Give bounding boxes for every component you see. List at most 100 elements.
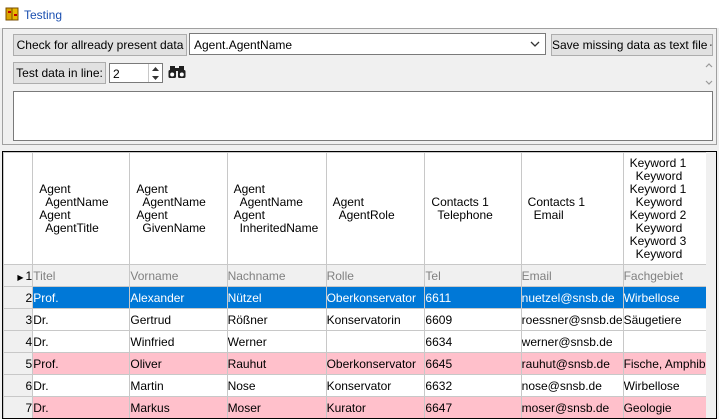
save-missing-data-button[interactable]: Save missing data as text file [551,34,713,56]
column-header[interactable]: Keyword 1 Keyword Keyword 1 Keyword Keyw… [622,152,716,265]
table-cell[interactable] [622,330,716,353]
column-header[interactable]: Contacts 1 Email [520,152,624,265]
table-cell[interactable]: Gertrud [129,308,228,331]
row-header[interactable]: 3 [3,308,34,331]
table-cell[interactable]: Rößner [226,308,327,331]
chevron-down-icon[interactable] [529,37,541,51]
stepper-down-icon[interactable] [149,73,162,82]
table-cell[interactable]: Konservator [325,374,426,397]
table-cell[interactable]: Konservatorin [325,308,426,331]
row-number: 7 [25,400,33,415]
table-cell[interactable]: 6632 [424,374,522,397]
table-cell[interactable]: 6645 [424,352,522,375]
table-row[interactable]: 3 Dr. Gertrud Rößner Konservatorin 6609 roessn… [3,308,716,331]
table-cell[interactable]: Nützel [226,286,327,309]
floppy-disk-icon [710,44,712,46]
table-cell[interactable]: Markus [129,396,228,418]
table-cell[interactable]: Titel [32,264,131,287]
table-cell[interactable]: Alexander [129,286,228,309]
header-line: AgentName [142,194,206,209]
table-cell[interactable]: Dr. [32,330,131,353]
table-cell[interactable] [325,330,426,353]
column-header[interactable]: Agent AgentName Agent InheritedName [226,152,327,265]
table-cell[interactable]: Nose [226,374,327,397]
column-select-value: Agent.AgentName [194,38,293,52]
line-number-value[interactable]: 2 [113,67,120,81]
header-line: Telephone [437,207,493,222]
table-cell[interactable]: Vorname [129,264,228,287]
table-cell[interactable]: Dr. [32,308,131,331]
window-title: Testing [24,8,63,22]
header-line: Contacts 1 [431,194,489,209]
table-cell[interactable]: Tel [424,264,522,287]
table-cell[interactable]: roessner@snsb.de [520,308,624,331]
row-number: 6 [25,378,33,393]
binoculars-icon[interactable] [168,64,186,80]
panel-scroll-arrows[interactable] [703,59,715,89]
table-cell[interactable]: Martin [129,374,228,397]
column-header[interactable]: Contacts 1 Telephone [424,152,522,265]
table-cell[interactable]: Moser [226,396,327,418]
table-cell[interactable]: werner@snsb.de [520,330,624,353]
check-present-data-button[interactable]: Check for allready present data [13,34,187,56]
column-header[interactable]: Agent AgentName Agent GivenName [129,152,228,265]
table-cell[interactable]: Oliver [129,352,228,375]
table-cell[interactable]: Oberkonservator [325,352,426,375]
table-cell[interactable]: Oberkonservator [325,286,426,309]
table-cell[interactable]: Wirbellose [622,374,716,397]
header-line: Agent [39,181,71,196]
table-row[interactable]: 5 Prof. Oliver Rauhut Oberkonservator 6645 rau… [3,352,716,375]
table-cell[interactable]: Prof. [32,286,131,309]
grid-scrollbar[interactable] [706,152,716,418]
row-header[interactable]: 2 [3,286,34,309]
table-cell[interactable]: Fachgebiet [622,264,716,287]
table-row[interactable]: 6 Dr. Martin Nose Konservator 6632 nose@snsb.d… [3,374,716,397]
table-cell[interactable]: Wirbellose [622,286,716,309]
table-row[interactable]: ▶ 1 Titel Vorname Nachname Rolle Tel Email Fachg… [3,264,716,287]
stepper-up-icon[interactable] [149,64,162,73]
table-cell[interactable]: Werner [226,330,327,353]
column-header[interactable]: Agent AgentName Agent AgentTitle [32,152,131,265]
table-cell[interactable]: 6647 [424,396,522,418]
table-cell[interactable]: Rauhut [226,352,327,375]
table-cell[interactable]: Fische, Amphibie [622,352,716,375]
table-cell[interactable]: moser@snsb.de [520,396,624,418]
header-line: InheritedName [239,220,319,235]
table-cell[interactable]: Rolle [325,264,426,287]
query-panel: Check for allready present data Agent.Ag… [2,28,717,145]
table-cell[interactable]: Winfried [129,330,228,353]
save-missing-data-label: Save missing data as text file [552,38,708,52]
table-cell[interactable]: 6609 [424,308,522,331]
table-cell[interactable]: 6611 [424,286,522,309]
result-textbox[interactable] [13,91,713,141]
row-header[interactable]: 5 [3,352,34,375]
table-cell[interactable]: Kurator [325,396,426,418]
row-number: 5 [25,356,33,371]
test-data-in-line-button[interactable]: Test data in line: [13,62,106,84]
header-line: Keyword [635,246,683,261]
table-cell[interactable]: Nachname [226,264,327,287]
line-number-stepper[interactable]: 2 [109,63,163,83]
header-line: GivenName [142,220,206,235]
table-cell[interactable]: Prof. [32,352,131,375]
header-line: Agent [136,181,168,196]
table-cell[interactable]: nose@snsb.de [520,374,624,397]
row-header[interactable]: 7 [3,396,34,418]
row-header[interactable]: 6 [3,374,34,397]
table-cell[interactable]: Säugetiere [622,308,716,331]
table-cell[interactable]: rauhut@snsb.de [520,352,624,375]
table-cell[interactable]: nuetzel@snsb.de [520,286,624,309]
table-cell[interactable]: Geologie [622,396,716,418]
table-cell[interactable]: Dr. [32,396,131,418]
table-cell[interactable]: 6634 [424,330,522,353]
table-cell[interactable]: Dr. [32,374,131,397]
table-cell[interactable]: Email [520,264,624,287]
table-row[interactable]: 7 Dr. Markus Moser Kurator 6647 moser@snsb.de G… [3,396,716,418]
column-select-combo[interactable]: Agent.AgentName [189,33,546,55]
table-row[interactable]: 4 Dr. Winfried Werner 6634 werner@snsb.de [3,330,716,353]
row-header[interactable]: ▶ 1 [3,264,34,287]
column-header[interactable]: Agent AgentRole [325,152,426,265]
row-header[interactable]: 4 [3,330,34,353]
stepper-buttons [148,64,162,82]
table-row[interactable]: 2 Prof. Alexander Nützel Oberkonservator 6611… [3,286,716,309]
